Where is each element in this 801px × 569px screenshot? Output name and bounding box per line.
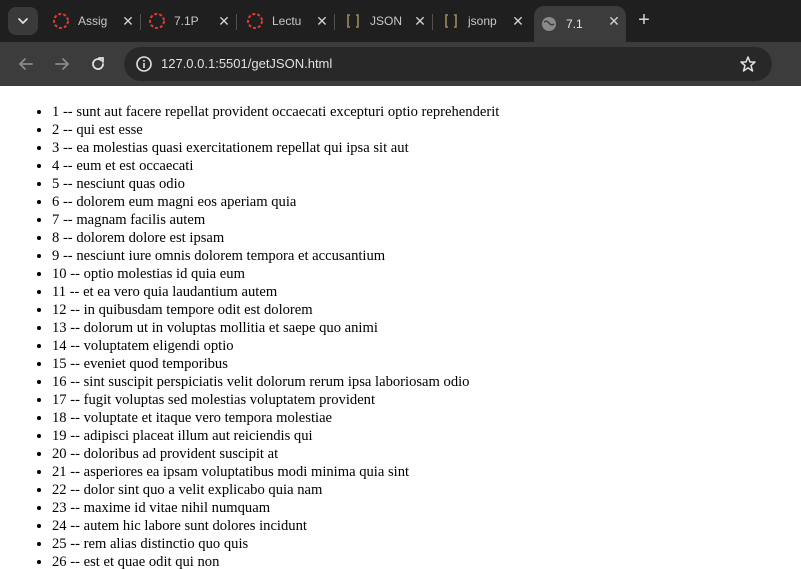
tab-separator	[334, 14, 335, 30]
list-item: 12 -- in quibusdam tempore odit est dolo…	[52, 301, 499, 319]
back-button[interactable]	[14, 52, 38, 76]
info-icon	[136, 56, 152, 72]
browser-toolbar: 127.0.0.1:5501/getJSON.html	[0, 42, 801, 116]
tab-separator	[236, 14, 237, 30]
list-item: 10 -- optio molestias id quia eum	[52, 265, 499, 283]
todo-list: 1 -- sunt aut facere repellat provident …	[0, 103, 499, 569]
bookmark-star-icon[interactable]	[738, 54, 758, 74]
list-item: 3 -- ea molestias quasi exercitationem r…	[52, 139, 499, 157]
list-item: 17 -- fugit voluptas sed molestias volup…	[52, 391, 499, 409]
list-item: 24 -- autem hic labore sunt dolores inci…	[52, 517, 499, 535]
tab-title: Assig	[78, 14, 108, 28]
reload-button[interactable]	[86, 52, 110, 76]
tab-json[interactable]: JSON ✕	[340, 6, 432, 36]
list-item: 16 -- sint suscipit perspiciatis velit d…	[52, 373, 499, 391]
list-item: 2 -- qui est esse	[52, 121, 499, 139]
tab-title: jsonp	[468, 14, 497, 28]
list-item: 21 -- asperiores ea ipsam voluptatibus m…	[52, 463, 499, 481]
list-item: 25 -- rem alias distinctio quo quis	[52, 535, 499, 553]
star-icon	[740, 56, 756, 72]
list-item: 4 -- eum et est occaecati	[52, 157, 499, 175]
tab-strip: Assig ✕ 7.1P ✕ Lectu ✕ JSON ✕ jsonp ✕ 7.…	[0, 0, 801, 42]
back-arrow-icon	[18, 58, 33, 70]
list-item: 15 -- eveniet quod temporibus	[52, 355, 499, 373]
tab-separator	[432, 14, 433, 30]
list-item: 23 -- maxime id vitae nihil numquam	[52, 499, 499, 517]
list-item: 26 -- est et quae odit qui non	[52, 553, 499, 569]
page-content: 1 -- sunt aut facere repellat provident …	[0, 86, 801, 569]
close-icon[interactable]: ✕	[120, 13, 136, 29]
red-loading-icon	[149, 13, 165, 29]
close-icon[interactable]: ✕	[510, 13, 526, 29]
list-item: 18 -- voluptate et itaque vero tempora m…	[52, 409, 499, 427]
tab-7-1[interactable]: 7.1 ✕	[534, 6, 626, 42]
close-icon[interactable]: ✕	[412, 13, 428, 29]
red-loading-icon	[53, 13, 69, 29]
list-item: 5 -- nesciunt quas odio	[52, 175, 499, 193]
brackets-icon	[445, 14, 457, 28]
list-item: 19 -- adipisci placeat illum aut reicien…	[52, 427, 499, 445]
list-item: 14 -- voluptatem eligendi optio	[52, 337, 499, 355]
tab-separator	[140, 14, 141, 30]
list-item: 9 -- nesciunt iure omnis dolorem tempora…	[52, 247, 499, 265]
tab-title: 7.1P	[174, 14, 199, 28]
tab-assig[interactable]: Assig ✕	[48, 6, 140, 36]
globe-icon	[542, 17, 556, 31]
url-text: 127.0.0.1:5501/getJSON.html	[161, 56, 333, 71]
close-icon[interactable]: ✕	[216, 13, 232, 29]
list-item: 6 -- dolorem eum magni eos aperiam quia	[52, 193, 499, 211]
address-bar[interactable]: 127.0.0.1:5501/getJSON.html	[124, 47, 772, 81]
list-item: 13 -- dolorum ut in voluptas mollitia et…	[52, 319, 499, 337]
chevron-down-icon	[18, 18, 28, 25]
list-item: 7 -- magnam facilis autem	[52, 211, 499, 229]
tab-jsonp[interactable]: jsonp ✕	[438, 6, 530, 36]
forward-arrow-icon	[55, 58, 70, 70]
close-icon[interactable]: ✕	[606, 13, 622, 29]
list-item: 20 -- doloribus ad provident suscipit at	[52, 445, 499, 463]
site-info-icon[interactable]	[134, 54, 154, 74]
reload-icon	[92, 57, 104, 70]
list-item: 1 -- sunt aut facere repellat provident …	[52, 103, 499, 121]
list-item: 22 -- dolor sint quo a velit explicabo q…	[52, 481, 499, 499]
close-icon[interactable]: ✕	[314, 13, 330, 29]
tab-title: 7.1	[566, 17, 583, 31]
tab-7-1p[interactable]: 7.1P ✕	[144, 6, 236, 36]
tab-search-button[interactable]	[8, 7, 38, 35]
list-item: 11 -- et ea vero quia laudantium autem	[52, 283, 499, 301]
tab-title: JSON	[370, 14, 403, 28]
tab-title: Lectu	[272, 14, 302, 28]
tab-lectu[interactable]: Lectu ✕	[242, 6, 334, 36]
new-tab-button[interactable]: +	[632, 9, 656, 33]
red-loading-icon	[247, 13, 263, 29]
brackets-icon	[347, 14, 359, 28]
list-item: 8 -- dolorem dolore est ipsam	[52, 229, 499, 247]
forward-button[interactable]	[50, 52, 74, 76]
